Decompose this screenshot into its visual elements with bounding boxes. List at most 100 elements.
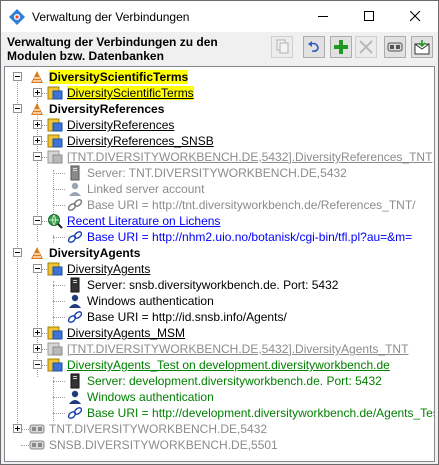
collapse-toggle[interactable] [33,360,42,369]
connections-tree[interactable]: DiversityScientificTerms DiversityScient… [4,66,435,462]
server-icon [70,277,80,293]
database-label: DiversityAgents_MSM [67,326,186,340]
module-icon [31,71,43,83]
tree-node-database[interactable]: DiversityReferences_SNSB [5,133,425,149]
database-icon [47,326,63,340]
collapse-toggle[interactable] [13,248,22,257]
tree-node-web-source[interactable]: Recent Literature on Lichens [5,213,425,229]
minimize-icon [318,16,328,17]
tree-node-database[interactable]: DiversityAgents_Test on development.dive… [5,357,425,373]
collapse-toggle[interactable] [13,72,22,81]
tree-node-uri[interactable]: Base URI = http://development.diversityw… [5,405,434,421]
link-icon [387,42,403,52]
collapse-toggle[interactable] [13,104,22,113]
database-icon [47,358,63,372]
server-label: Server: snsb.diversityworkbench.de. Port… [87,278,339,292]
database-icon [47,262,63,276]
server-connection-label: SNSB.DIVERSITYWORKBENCH.DE,5501 [49,438,278,452]
expand-toggle[interactable] [33,88,42,97]
tree-node-account[interactable]: Windows authentication [5,389,425,405]
collapse-toggle[interactable] [33,152,42,161]
module-label: DiversityScientificTerms [49,70,189,84]
module-label: DiversityAgents [49,246,141,260]
app-icon [9,9,25,25]
close-icon [410,11,421,22]
remove-icon [359,40,373,54]
expand-toggle[interactable] [33,120,42,129]
module-label: DiversityReferences [49,102,165,116]
header-panel: Verwaltung der Verbindungen zu den Modul… [1,32,438,66]
tree-node-server-connection[interactable]: SNSB.DIVERSITYWORKBENCH.DE,5501 [5,437,425,453]
tree-node-database[interactable]: [TNT.DIVERSITYWORKBENCH.DE,5432].Diversi… [5,341,425,357]
connect-button[interactable] [384,36,406,58]
server-connection-icon [29,424,45,434]
close-button[interactable] [392,1,438,32]
expand-toggle[interactable] [33,344,42,353]
database-label: DiversityScientificTerms [67,86,194,100]
tree-node-module[interactable]: DiversityAgents [5,245,425,261]
database-icon [47,118,63,132]
header-text: Verwaltung der Verbindungen zu den Modul… [7,35,218,63]
tree-node-module[interactable]: DiversityScientificTerms [5,69,425,85]
user-icon [69,390,81,404]
plus-icon [334,40,348,54]
database-label: DiversityReferences [67,118,175,132]
tree-node-server-connection[interactable]: TNT.DIVERSITYWORKBENCH.DE,5432 [5,421,425,437]
server-icon [70,165,80,181]
add-button[interactable] [330,36,352,58]
undo-button[interactable] [303,36,325,58]
module-icon [31,247,43,259]
server-label: Server: TNT.DIVERSITYWORKBENCH.DE,5432 [87,166,347,180]
tree-node-account[interactable]: Windows authentication [5,293,425,309]
uri-label: Base URI = http://nhm2.uio.no/botanisk/c… [87,230,413,244]
maximize-icon [364,11,374,21]
web-search-icon [48,214,63,229]
database-disabled-icon [47,342,63,356]
server-connection-icon [29,440,45,450]
tree-node-database[interactable]: [TNT.DIVERSITYWORKBENCH.DE,5432].Diversi… [5,149,432,165]
server-label: Server: development.diversityworkbench.d… [87,374,382,388]
tree-node-server[interactable]: Server: development.diversityworkbench.d… [5,373,425,389]
database-icon [47,134,63,148]
user-icon [69,294,81,308]
tree-node-account[interactable]: Linked server account [5,181,425,197]
tree-node-uri[interactable]: Base URI = http://id.snsb.info/Agents/ [5,309,425,325]
remove-button[interactable] [355,36,377,58]
tree-node-uri[interactable]: Base URI = http://tnt.diversityworkbench… [5,197,425,213]
save-button[interactable] [411,36,433,58]
account-label: Windows authentication [87,390,214,404]
tree-node-server[interactable]: Server: TNT.DIVERSITYWORKBENCH.DE,5432 [5,165,425,181]
user-icon [69,182,81,196]
tree-node-database[interactable]: DiversityAgents [5,261,425,277]
minimize-button[interactable] [300,1,346,32]
uri-label: Base URI = http://tnt.diversityworkbench… [87,198,416,212]
copy-icon [276,39,289,54]
expand-toggle[interactable] [33,328,42,337]
expand-toggle[interactable] [33,136,42,145]
maximize-button[interactable] [346,1,392,32]
collapse-toggle[interactable] [33,264,42,273]
module-icon [31,103,43,115]
tree-node-database[interactable]: DiversityReferences [5,117,425,133]
database-icon [47,86,63,100]
tree-node-server[interactable]: Server: snsb.diversityworkbench.de. Port… [5,277,425,293]
undo-icon [308,41,319,52]
tree-node-database[interactable]: DiversityAgents_MSM [5,325,425,341]
collapse-toggle[interactable] [33,216,42,225]
database-label: DiversityAgents [67,262,151,276]
copy-button[interactable] [271,36,293,58]
save-icon [414,40,430,55]
server-connection-label: TNT.DIVERSITYWORKBENCH.DE,5432 [49,422,268,436]
tree-node-module[interactable]: DiversityReferences [5,101,425,117]
connections-window: Verwaltung der Verbindungen Verwaltung d… [0,0,439,465]
tree-node-database[interactable]: DiversityScientificTerms [5,85,425,101]
uri-label: Base URI = http://development.diversityw… [87,406,435,420]
link-icon [67,199,83,211]
tree-node-uri[interactable]: Base URI = http://nhm2.uio.no/botanisk/c… [5,229,425,245]
expand-toggle[interactable] [13,424,22,433]
account-label: Linked server account [87,182,205,196]
link-icon [67,311,83,323]
database-label: DiversityReferences_SNSB [67,134,214,148]
title-bar: Verwaltung der Verbindungen [1,1,438,32]
database-label: DiversityAgents_Test on development.dive… [67,358,390,372]
